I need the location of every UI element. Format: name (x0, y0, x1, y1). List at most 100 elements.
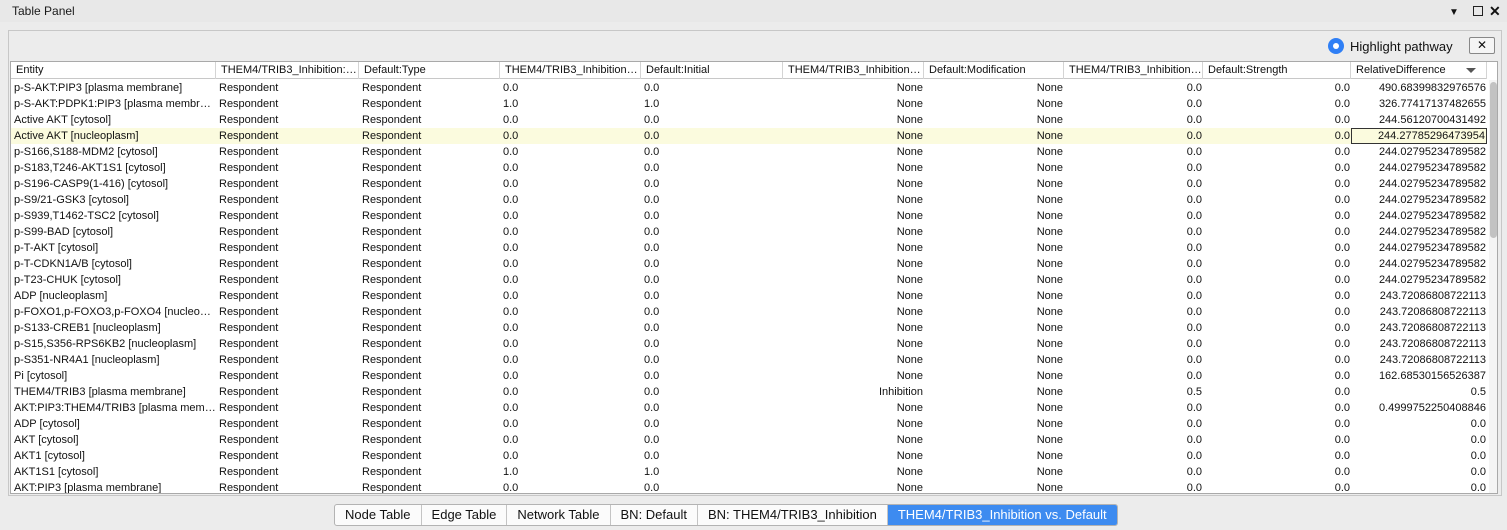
table-cell[interactable]: 0.0 (1203, 448, 1351, 464)
table-cell[interactable]: 0.0 (1203, 240, 1351, 256)
table-cell[interactable]: 0.0 (500, 224, 641, 240)
table-cell[interactable]: 0.0 (1203, 208, 1351, 224)
table-cell[interactable]: 0.0 (1064, 464, 1203, 480)
table-cell[interactable]: 0.0 (1203, 480, 1351, 493)
table-row[interactable]: p-S183,T246-AKT1S1 [cytosol] Respondent Re… (11, 160, 1487, 176)
table-cell[interactable]: Respondent (359, 400, 500, 416)
table-cell[interactable]: None (924, 368, 1064, 384)
table-row[interactable]: AKT1S1 [cytosol] Respondent Respondent 1.0 1… (11, 464, 1487, 480)
table-cell[interactable]: 0.0 (1351, 480, 1487, 493)
table-cell[interactable]: AKT1 [cytosol] (11, 448, 216, 464)
table-cell[interactable]: Respondent (216, 336, 359, 352)
table-cell[interactable]: AKT1S1 [cytosol] (11, 464, 216, 480)
table-cell[interactable]: p-FOXO1,p-FOXO3,p-FOXO4 [nucleoplasm] (11, 304, 216, 320)
table-cell[interactable]: Respondent (359, 416, 500, 432)
table-cell[interactable]: Respondent (216, 112, 359, 128)
table-cell[interactable]: 0.0 (500, 144, 641, 160)
table-cell[interactable]: 0.0 (1203, 352, 1351, 368)
table-cell[interactable]: None (924, 128, 1064, 144)
table-cell[interactable]: 0.0 (500, 432, 641, 448)
table-cell[interactable]: 0.0 (1203, 80, 1351, 96)
table-cell[interactable]: None (783, 192, 924, 208)
table-cell[interactable]: 0.0 (1351, 448, 1487, 464)
table-cell[interactable]: Respondent (359, 176, 500, 192)
table-row[interactable]: p-S133-CREB1 [nucleoplasm] Respondent Resp… (11, 320, 1487, 336)
table-cell[interactable]: Respondent (359, 384, 500, 400)
table-cell[interactable]: AKT [cytosol] (11, 432, 216, 448)
table-cell[interactable]: 0.0 (1064, 80, 1203, 96)
table-cell[interactable]: 0.0 (1203, 400, 1351, 416)
table-cell[interactable]: None (783, 464, 924, 480)
table-cell[interactable]: AKT:PIP3 [plasma membrane] (11, 480, 216, 493)
table-cell[interactable]: 0.0 (641, 256, 783, 272)
table-row[interactable]: p-S-AKT:PDPK1:PIP3 [plasma membrane] Resp… (11, 96, 1487, 112)
table-cell[interactable]: 0.0 (1064, 208, 1203, 224)
table-cell[interactable]: None (783, 240, 924, 256)
column-header[interactable]: THEM4/TRIB3_Inhibition:Type (216, 62, 359, 79)
table-cell[interactable]: 0.0 (500, 128, 641, 144)
table-cell[interactable]: 244.02795234789582 (1351, 256, 1487, 272)
table-cell[interactable]: Respondent (216, 400, 359, 416)
table-cell[interactable]: 0.0 (641, 288, 783, 304)
table-cell[interactable]: 0.0 (500, 80, 641, 96)
table-row[interactable]: ADP [nucleoplasm] Respondent Respondent 0.0… (11, 288, 1487, 304)
table-cell[interactable]: Respondent (359, 304, 500, 320)
table-cell[interactable]: None (924, 416, 1064, 432)
table-cell[interactable]: Respondent (216, 128, 359, 144)
table-cell[interactable]: 0.0 (1203, 416, 1351, 432)
sort-descending-icon[interactable] (1466, 68, 1476, 73)
table-cell[interactable]: None (924, 336, 1064, 352)
table-cell[interactable]: p-S-AKT:PDPK1:PIP3 [plasma membrane] (11, 96, 216, 112)
table-cell[interactable]: 244.02795234789582 (1351, 176, 1487, 192)
table-cell[interactable]: None (924, 80, 1064, 96)
table-cell[interactable]: Respondent (216, 432, 359, 448)
table-cell[interactable]: 0.0 (1064, 352, 1203, 368)
table-cell[interactable]: 0.0 (641, 272, 783, 288)
table-cell[interactable]: 0.0 (500, 240, 641, 256)
table-cell[interactable]: 1.0 (500, 464, 641, 480)
table-cell[interactable]: Active AKT [cytosol] (11, 112, 216, 128)
table-cell[interactable]: 0.0 (641, 368, 783, 384)
table-cell[interactable]: 0.0 (1203, 432, 1351, 448)
table-cell[interactable]: 0.0 (500, 288, 641, 304)
table-cell[interactable]: None (924, 384, 1064, 400)
table-cell[interactable]: 0.4999752250408846 (1351, 400, 1487, 416)
table-cell[interactable]: Respondent (216, 368, 359, 384)
table-cell[interactable]: None (783, 96, 924, 112)
table-cell[interactable]: 0.0 (500, 256, 641, 272)
table-row[interactable]: p-S15,S356-RPS6KB2 [nucleoplasm] Responde… (11, 336, 1487, 352)
table-cell[interactable]: 0.5 (1351, 384, 1487, 400)
close-highlight-button[interactable]: ✕ (1469, 37, 1495, 54)
table-cell[interactable]: 0.0 (500, 208, 641, 224)
table-cell[interactable]: 1.0 (500, 96, 641, 112)
table-cell[interactable]: 162.68530156526387 (1351, 368, 1487, 384)
table-cell[interactable]: 1.0 (641, 464, 783, 480)
table-cell[interactable]: 0.0 (1064, 224, 1203, 240)
column-header[interactable]: RelativeDifference (1351, 62, 1487, 79)
table-cell[interactable]: Respondent (359, 208, 500, 224)
table-cell[interactable]: None (924, 464, 1064, 480)
table-cell[interactable]: None (924, 320, 1064, 336)
table-cell[interactable]: 0.0 (1203, 144, 1351, 160)
table-cell[interactable]: Respondent (359, 336, 500, 352)
table-cell[interactable]: Respondent (216, 288, 359, 304)
tab-bn-default[interactable]: BN: Default (611, 505, 698, 525)
table-cell[interactable]: 0.0 (641, 320, 783, 336)
table-cell[interactable]: Respondent (216, 416, 359, 432)
table-cell[interactable]: 0.0 (500, 384, 641, 400)
table-row[interactable]: p-S166,S188-MDM2 [cytosol] Respondent Resp… (11, 144, 1487, 160)
table-cell[interactable]: 244.02795234789582 (1351, 240, 1487, 256)
table-cell[interactable]: Respondent (216, 320, 359, 336)
table-cell[interactable]: Respondent (216, 240, 359, 256)
table-cell[interactable]: 0.0 (500, 368, 641, 384)
table-cell[interactable]: 0.0 (1203, 384, 1351, 400)
table-cell[interactable]: 0.0 (641, 160, 783, 176)
table-cell[interactable]: None (783, 400, 924, 416)
table-cell[interactable]: Respondent (216, 256, 359, 272)
table-cell[interactable]: 0.0 (1351, 432, 1487, 448)
table-cell[interactable]: None (924, 160, 1064, 176)
table-cell[interactable]: p-S351-NR4A1 [nucleoplasm] (11, 352, 216, 368)
table-cell[interactable]: 1.0 (641, 96, 783, 112)
float-window-icon[interactable] (1473, 6, 1483, 16)
table-row[interactable]: AKT:PIP3:THEM4/TRIB3 [plasma membrane] Re… (11, 400, 1487, 416)
